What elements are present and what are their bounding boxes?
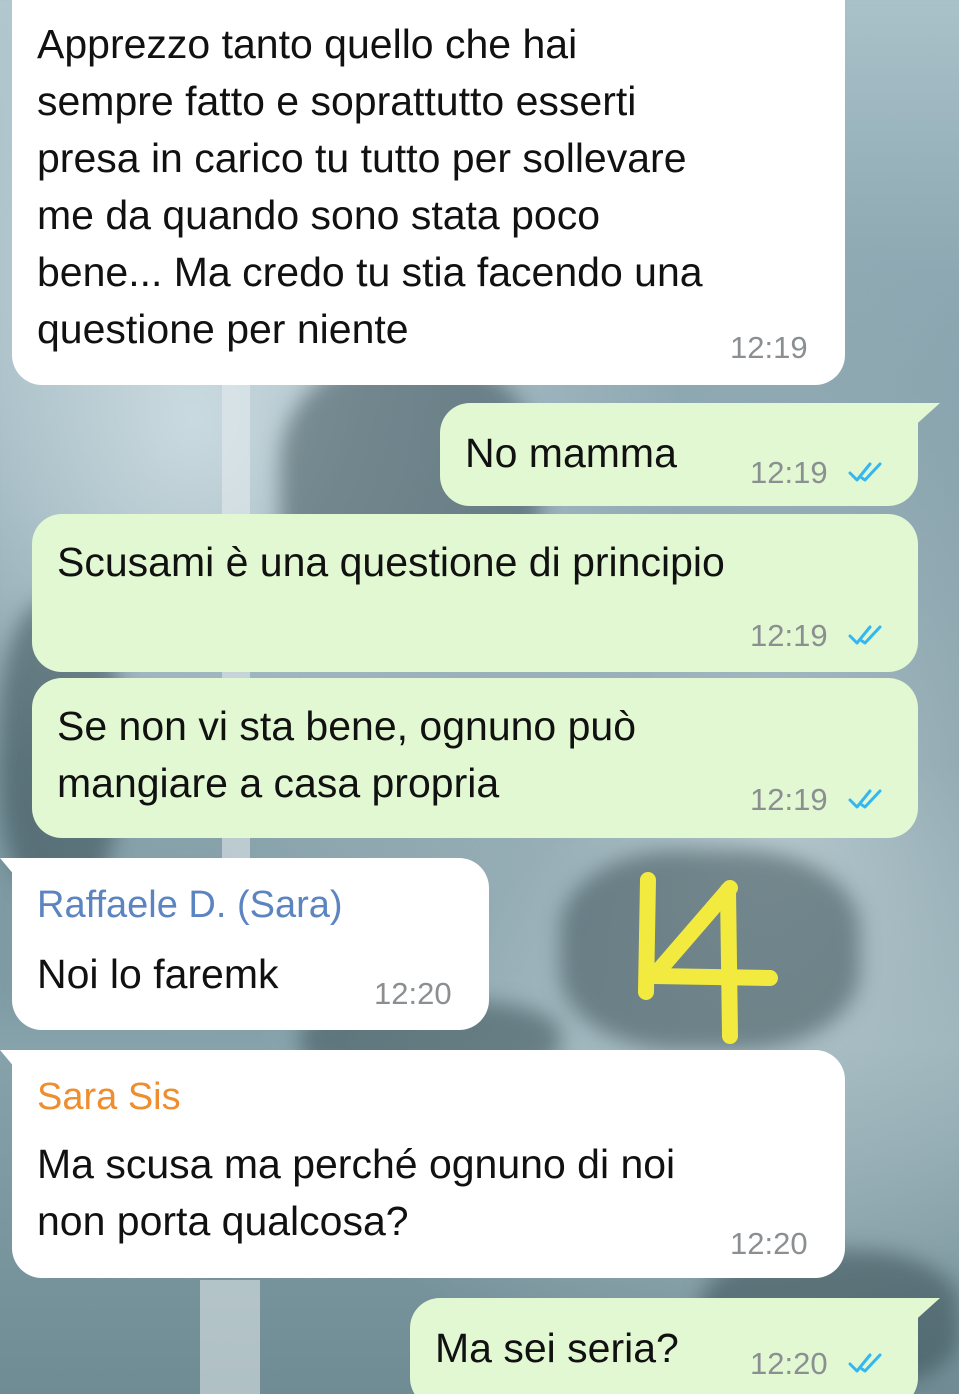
double-check-read-icon [848, 789, 882, 809]
message-bubble-outgoing[interactable]: Se non vi sta bene, ognuno può mangiare … [32, 678, 918, 838]
message-bubble-incoming[interactable]: Apprezzo tanto quello che hai sempre fat… [12, 0, 845, 385]
double-check-read-icon [848, 1353, 882, 1373]
message-time: 12:20 [750, 1346, 828, 1381]
message-text: Apprezzo tanto quello che hai sempre fat… [37, 21, 703, 352]
message-text: Ma sei seria? [435, 1325, 679, 1371]
message-text: Noi lo faremk [37, 951, 279, 997]
message-text: Scusami è una questione di principio [57, 539, 725, 585]
message-bubble-outgoing[interactable]: Ma sei seria? 12:20 [410, 1298, 918, 1394]
message-time: 12:19 [750, 618, 828, 653]
sender-name[interactable]: Raffaele D. (Sara) [37, 882, 343, 928]
message-time: 12:19 [750, 782, 828, 817]
message-text: Se non vi sta bene, ognuno può mangiare … [57, 703, 637, 806]
message-time: 12:20 [374, 976, 452, 1011]
message-bubble-outgoing[interactable]: Scusami è una questione di principio 12:… [32, 514, 918, 672]
message-text: No mamma [465, 430, 677, 476]
message-time: 12:19 [730, 330, 808, 365]
message-time: 12:20 [730, 1226, 808, 1261]
message-text: Ma scusa ma perché ognuno di noi non por… [37, 1141, 676, 1244]
message-time: 12:19 [750, 455, 828, 490]
message-bubble-outgoing[interactable]: No mamma 12:19 [440, 403, 918, 506]
double-check-read-icon [848, 462, 882, 482]
sender-name[interactable]: Sara Sis [37, 1074, 181, 1120]
message-bubble-incoming[interactable]: Sara Sis Ma scusa ma perché ognuno di no… [12, 1050, 845, 1278]
handwritten-annotation: 14 [638, 872, 778, 1044]
double-check-read-icon [848, 625, 882, 645]
message-bubble-incoming[interactable]: Raffaele D. (Sara) Noi lo faremk 12:20 [12, 858, 489, 1030]
